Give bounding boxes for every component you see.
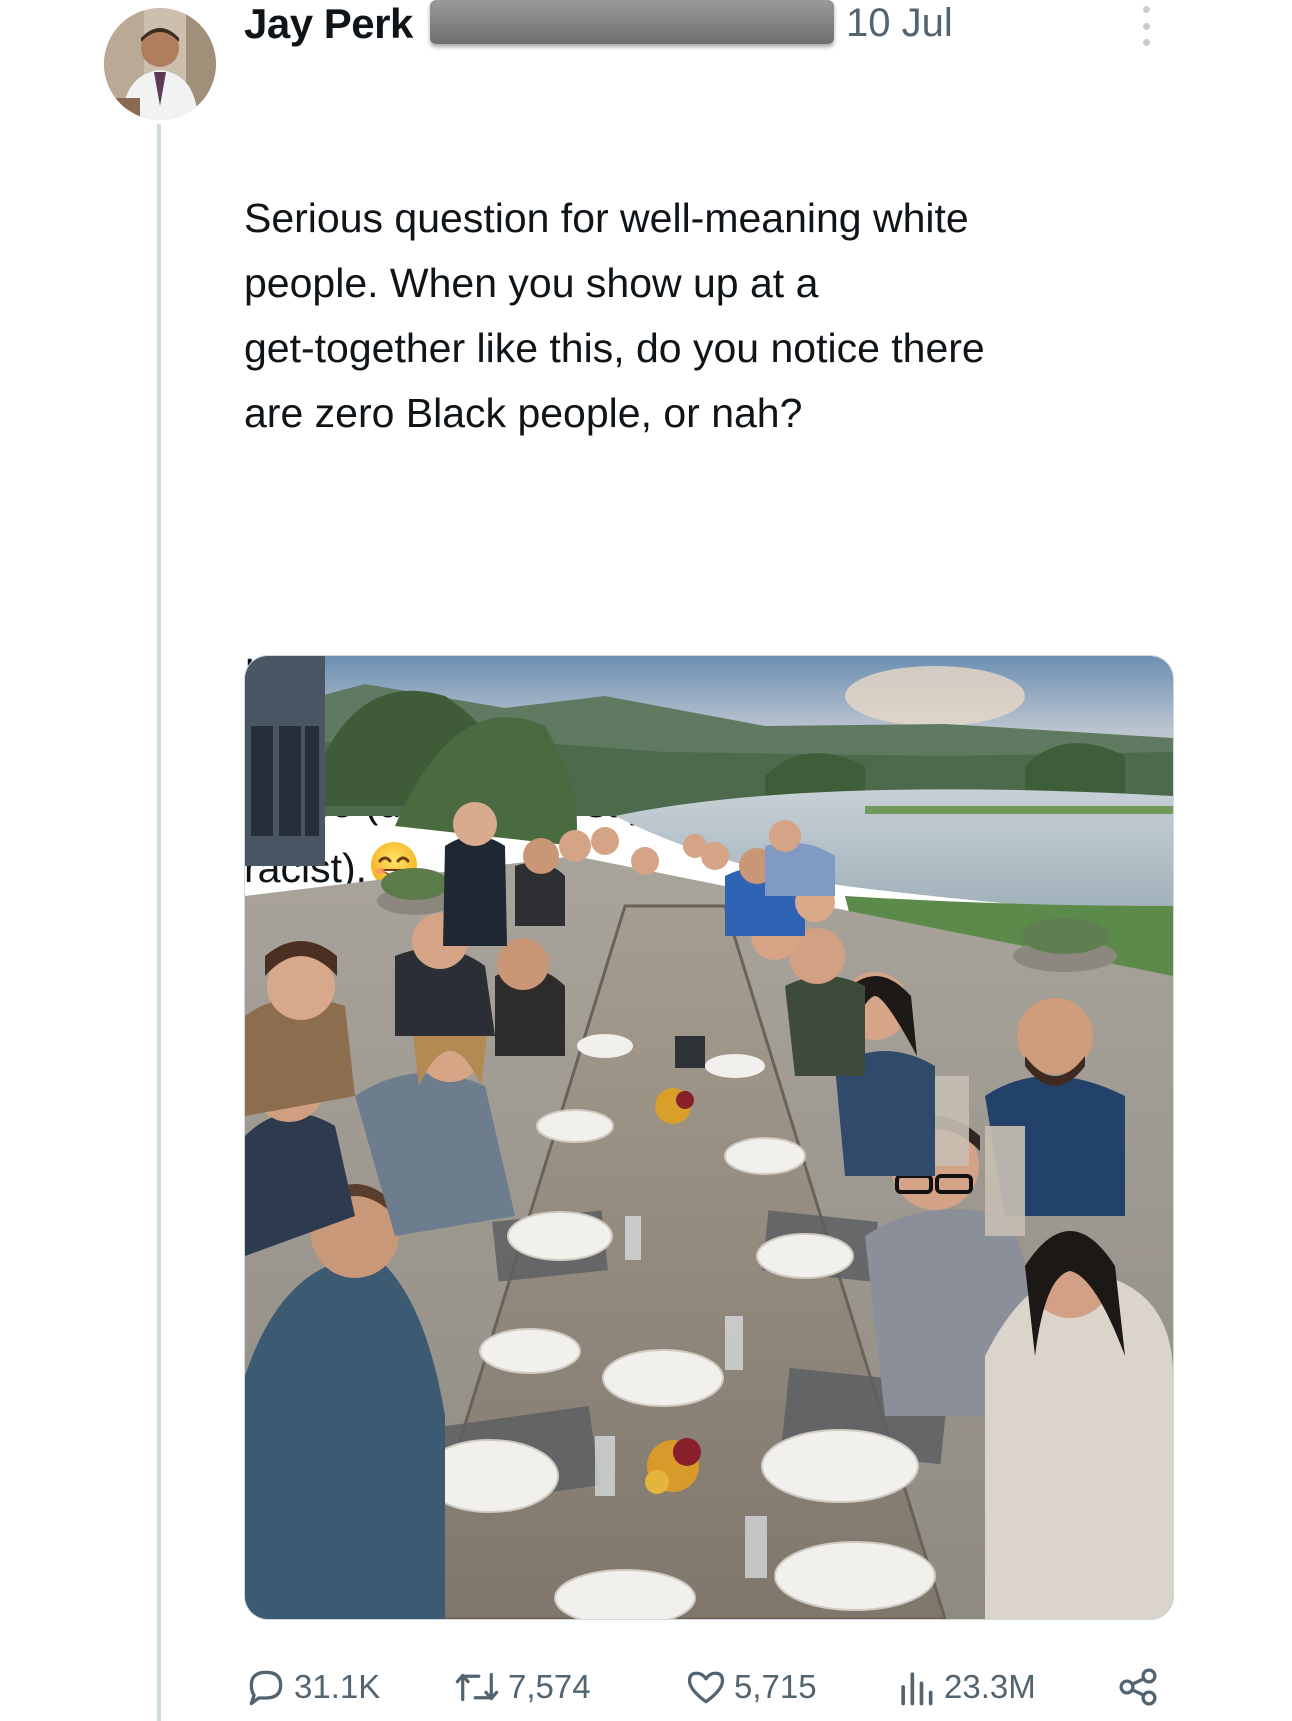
avatar-image (104, 8, 216, 120)
reply-button[interactable]: 31.1K (244, 1662, 380, 1712)
repost-arrows-icon (455, 1672, 499, 1702)
like-count: 5,715 (734, 1668, 817, 1705)
heart-icon (687, 1671, 725, 1704)
views-button[interactable]: 23.3M (894, 1662, 1036, 1712)
share-button[interactable] (1116, 1662, 1166, 1712)
share-icon (1119, 1668, 1157, 1706)
tweet-paragraph-text: Serious question for well-meaning white … (244, 195, 985, 436)
reply-count: 31.1K (294, 1668, 381, 1705)
dinner-party-photo (245, 656, 1173, 1619)
redacted-handle (430, 0, 834, 44)
tweet-date[interactable]: 10 Jul (846, 0, 953, 46)
tweet-actions: 31.1K 7,574 5,715 23.3M (244, 1662, 1184, 1712)
like-button[interactable]: 5,715 (684, 1662, 817, 1712)
more-vertical-icon[interactable] (1132, 6, 1160, 46)
tweet-header: Jay Perk 10 Jul (244, 0, 1164, 50)
thread-line (157, 124, 161, 1721)
bar-chart-icon (901, 1672, 933, 1706)
author-name[interactable]: Jay Perk (244, 0, 413, 48)
repost-button[interactable]: 7,574 (452, 1662, 591, 1712)
more-dot (1142, 6, 1150, 13)
tweet-photo[interactable] (244, 655, 1174, 1620)
more-dot (1142, 22, 1150, 30)
views-count: 23.3M (944, 1668, 1036, 1705)
comment-bubble-icon (249, 1670, 283, 1706)
tweet-paragraph: Serious question for well-meaning white … (244, 186, 1184, 446)
avatar[interactable] (104, 8, 216, 120)
more-dot (1142, 39, 1150, 46)
repost-count: 7,574 (508, 1668, 591, 1705)
